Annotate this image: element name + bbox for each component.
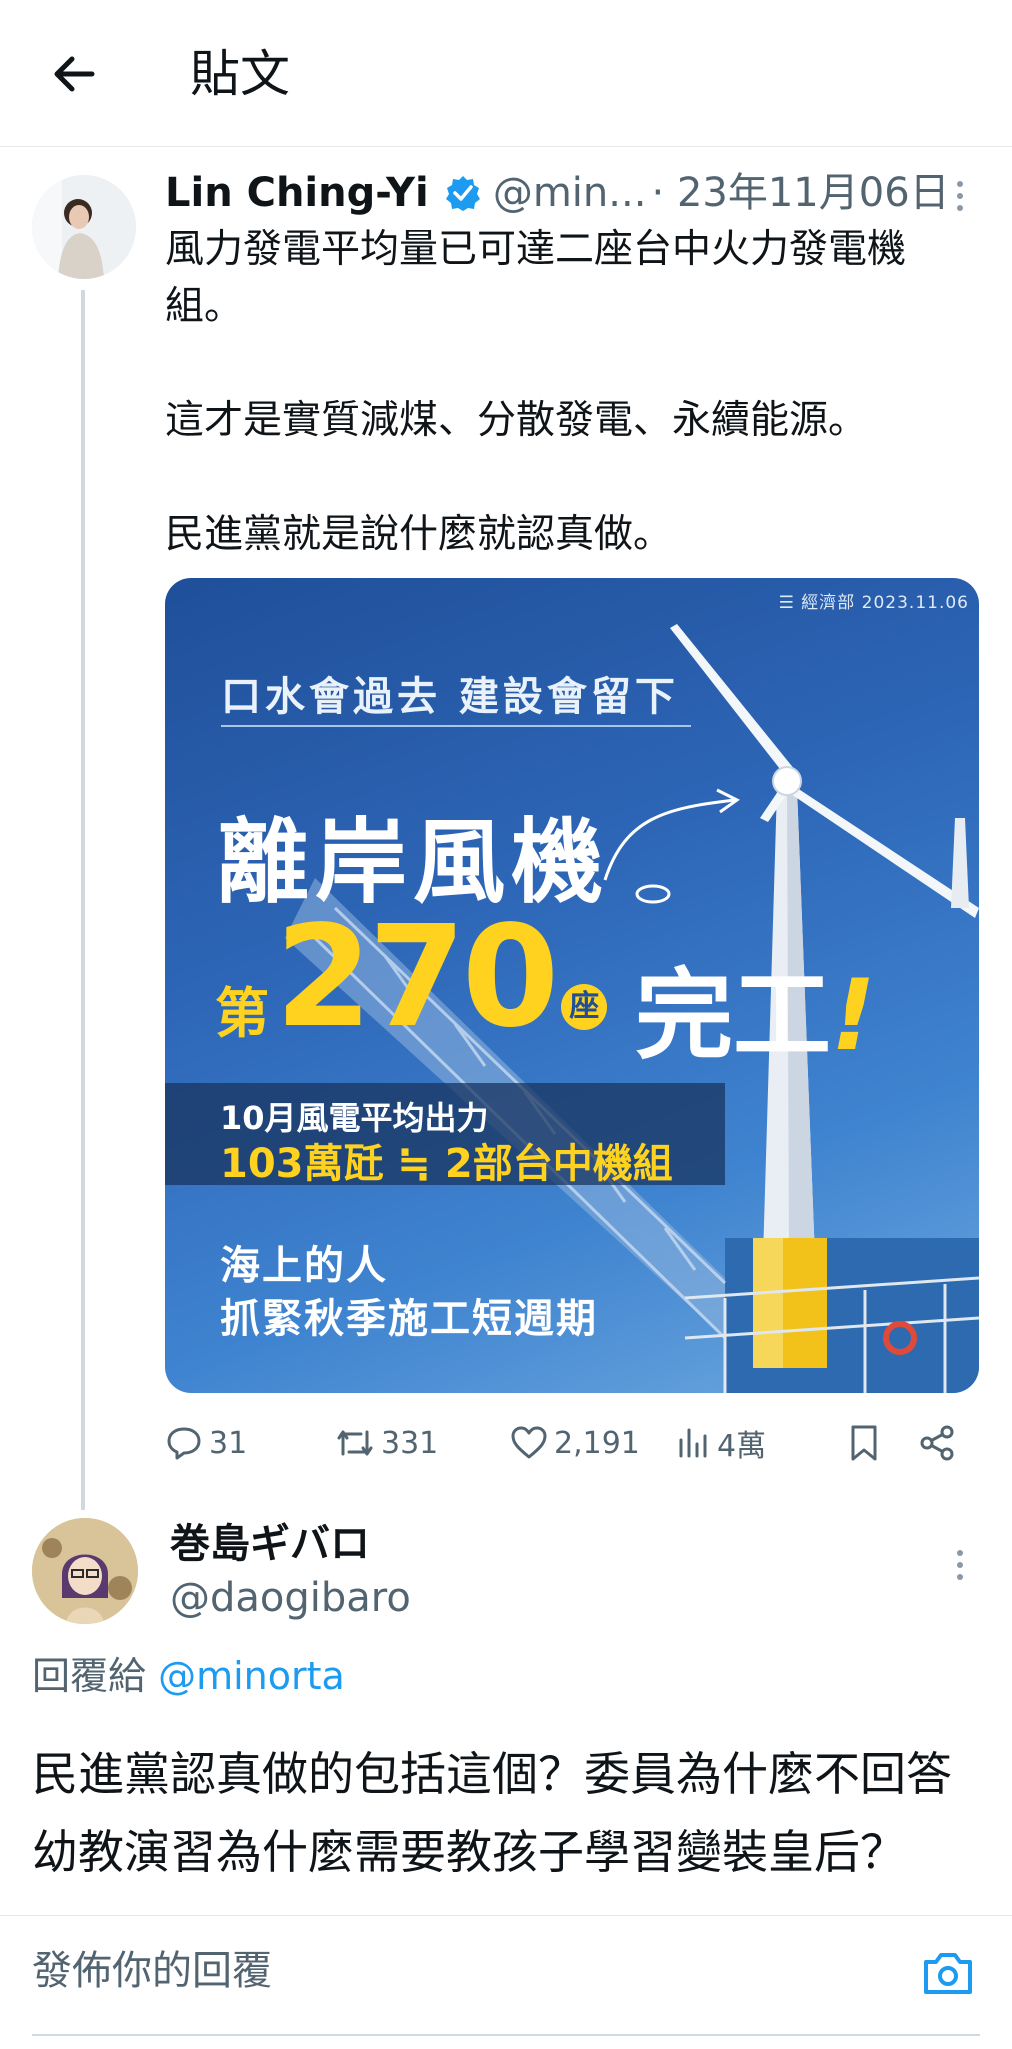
media-source-label: ☰ 經濟部 2023.11.06: [778, 593, 969, 613]
count-number: 270: [275, 896, 559, 1059]
display-name[interactable]: Lin Ching-Yi: [165, 170, 429, 216]
reply-handle[interactable]: @daogibaro: [170, 1570, 411, 1626]
reply-display-name[interactable]: 巻島ギバロ: [170, 1516, 370, 1572]
reply-count: 31: [209, 1425, 248, 1461]
tweet-action-bar: 31 331 2,191 4萬: [165, 1418, 965, 1468]
media-footer-line2: 抓緊秋季施工短週期: [220, 1296, 598, 1342]
heart-icon: [511, 1426, 547, 1459]
replying-to: 回覆給 @minorta: [32, 1648, 345, 1704]
share-button[interactable]: [917, 1418, 963, 1468]
more-vertical-icon: [957, 1550, 963, 1580]
media-footer-line1: 海上的人: [220, 1243, 388, 1289]
media-count: 第270 座: [215, 908, 617, 1048]
back-button[interactable]: [44, 44, 104, 104]
bookmark-icon: [851, 1425, 877, 1461]
avatar[interactable]: [32, 175, 136, 279]
thread-connector-line: [81, 290, 85, 1510]
reply-input[interactable]: 發佈你的回覆: [32, 1916, 902, 2026]
top-app-bar: 貼文: [0, 0, 1012, 147]
done-mark: !: [831, 959, 876, 1073]
reply-button[interactable]: 31: [165, 1418, 247, 1468]
like-button[interactable]: 2,191: [510, 1418, 640, 1468]
reply-more-options-button[interactable]: [948, 1545, 972, 1585]
tweet-media-image[interactable]: ☰ 經濟部 2023.11.06 口水會過去 建設會留下 離岸風機 第270 座 …: [165, 578, 979, 1393]
arrow-left-icon: [54, 56, 95, 92]
count-unit: 座: [561, 984, 608, 1030]
views-button[interactable]: 4萬: [677, 1418, 766, 1468]
camera-icon: [924, 1953, 972, 1994]
like-count: 2,191: [554, 1425, 640, 1461]
tweet-date: · 23年11月06日: [651, 170, 950, 216]
bookmark-button[interactable]: [847, 1418, 887, 1468]
count-prefix: 第: [215, 982, 269, 1045]
media-done-text: 完工!: [635, 936, 876, 1078]
more-options-button[interactable]: [948, 176, 972, 216]
verified-badge-icon: [445, 176, 480, 211]
replying-to-prefix: 回覆給: [32, 1654, 159, 1698]
tweet-text: 風力發電平均量已可達二座台中火力發電機組。 這才是實質減煤、分散發電、永續能源。…: [165, 227, 907, 557]
retweet-count: 331: [381, 1425, 439, 1461]
media-band-line2: 103萬瓩 ≒ 2部台中機組: [220, 1141, 673, 1187]
bar-chart-icon: [679, 1428, 707, 1458]
retweet-icon: [337, 1430, 373, 1456]
avatar-illustration: [32, 1518, 138, 1624]
reply-avatar[interactable]: [32, 1518, 138, 1624]
media-slogan: 口水會過去 建設會留下: [221, 674, 679, 720]
reply-bubble-icon: [167, 1427, 201, 1460]
share-icon: [920, 1425, 954, 1461]
avatar-photo: [32, 175, 136, 279]
view-count: 4萬: [717, 1429, 767, 1464]
composer-underline: [32, 2034, 980, 2036]
done-label: 完工: [635, 959, 832, 1073]
page-title: 貼文: [190, 45, 290, 103]
handle[interactable]: @min...: [493, 170, 647, 216]
more-vertical-icon: [957, 181, 963, 211]
retweet-button[interactable]: 331: [335, 1418, 438, 1468]
reply-composer: 發佈你的回覆: [0, 1915, 1012, 2049]
slogan-underline: [221, 725, 691, 727]
camera-button[interactable]: [920, 1948, 976, 1998]
replying-to-mention[interactable]: @minorta: [158, 1654, 345, 1698]
tweet-header: Lin Ching-Yi @min... · 23年11月06日: [165, 163, 965, 223]
reply-text: 民進黨認真做的包括這個？委員為什麼不回答幼教演習為什麼需要教孩子學習變裝皇后？: [32, 1747, 952, 1879]
